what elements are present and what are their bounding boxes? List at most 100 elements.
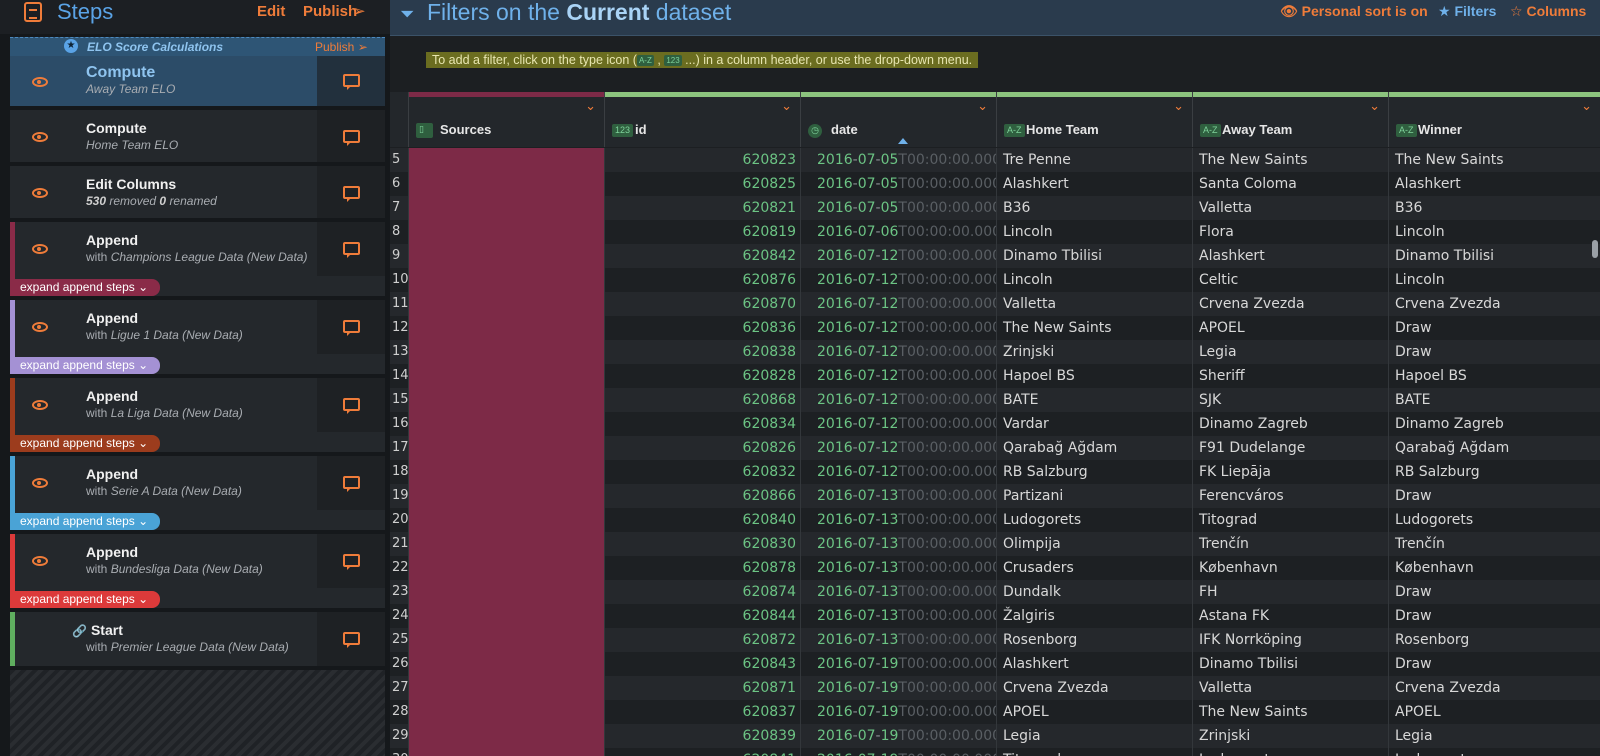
table-row[interactable]: 176208262016-07-12T00:00:00.000ZQarabağ … xyxy=(390,436,1600,460)
visibility-eye-icon[interactable] xyxy=(32,400,48,410)
sources-cell[interactable] xyxy=(409,628,605,652)
table-row[interactable]: 236208742016-07-13T00:00:00.000ZDundalkF… xyxy=(390,580,1600,604)
vertical-scrollbar[interactable] xyxy=(1592,240,1598,258)
table-row[interactable]: 66208252016-07-05T00:00:00.000ZAlashkert… xyxy=(390,172,1600,196)
home-team-cell[interactable]: Rosenborg xyxy=(997,628,1193,652)
winner-cell[interactable]: Draw xyxy=(1389,652,1600,676)
column-header-away-team[interactable]: ⌄ A-Z Away Team xyxy=(1193,92,1389,147)
sources-cell[interactable] xyxy=(409,268,605,292)
date-cell[interactable]: 2016-07-13T00:00:00.000Z xyxy=(801,556,997,580)
home-team-cell[interactable]: Vardar xyxy=(997,412,1193,436)
visibility-eye-icon[interactable] xyxy=(32,478,48,488)
comment-icon[interactable] xyxy=(343,398,360,414)
away-team-cell[interactable]: The New Saints xyxy=(1193,148,1389,172)
id-cell[interactable]: 620840 xyxy=(605,508,801,532)
step-append-ligue-1[interactable]: Append with Ligue 1 Data (New Data) expa… xyxy=(10,300,385,376)
expand-append-steps-button[interactable]: expand append steps ⌄ xyxy=(10,513,161,530)
sort-ascending-icon[interactable] xyxy=(898,138,908,144)
column-header-date[interactable]: ⌄ ◷ date xyxy=(801,92,997,147)
date-cell[interactable]: 2016-07-13T00:00:00.000Z xyxy=(801,484,997,508)
winner-cell[interactable]: RB Salzburg xyxy=(1389,460,1600,484)
table-row[interactable]: 146208282016-07-12T00:00:00.000ZHapoel B… xyxy=(390,364,1600,388)
sources-cell[interactable] xyxy=(409,340,605,364)
home-team-cell[interactable]: RB Salzburg xyxy=(997,460,1193,484)
sources-cell[interactable] xyxy=(409,316,605,340)
sources-cell[interactable] xyxy=(409,244,605,268)
chevron-down-icon[interactable]: ⌄ xyxy=(781,98,792,114)
date-cell[interactable]: 2016-07-12T00:00:00.000Z xyxy=(801,292,997,316)
winner-cell[interactable]: København xyxy=(1389,556,1600,580)
home-team-cell[interactable]: Hapoel BS xyxy=(997,364,1193,388)
winner-cell[interactable]: Ludogorets xyxy=(1389,748,1600,756)
id-cell[interactable]: 620844 xyxy=(605,604,801,628)
winner-cell[interactable]: Lincoln xyxy=(1389,220,1600,244)
sources-cell[interactable] xyxy=(409,484,605,508)
home-team-cell[interactable]: Crusaders xyxy=(997,556,1193,580)
sources-cell[interactable] xyxy=(409,364,605,388)
sources-cell[interactable] xyxy=(409,220,605,244)
table-row[interactable]: 136208382016-07-12T00:00:00.000ZZrinjski… xyxy=(390,340,1600,364)
id-cell[interactable]: 620870 xyxy=(605,292,801,316)
comment-area[interactable] xyxy=(317,612,385,666)
winner-cell[interactable]: Dinamo Tbilisi xyxy=(1389,244,1600,268)
winner-cell[interactable]: B36 xyxy=(1389,196,1600,220)
winner-cell[interactable]: Draw xyxy=(1389,484,1600,508)
chevron-down-icon[interactable]: ⌄ xyxy=(585,98,596,114)
home-team-cell[interactable]: B36 xyxy=(997,196,1193,220)
away-team-cell[interactable]: Santa Coloma xyxy=(1193,172,1389,196)
date-cell[interactable]: 2016-07-13T00:00:00.000Z xyxy=(801,628,997,652)
sources-cell[interactable] xyxy=(409,148,605,172)
winner-cell[interactable]: Alashkert xyxy=(1389,172,1600,196)
winner-cell[interactable]: Draw xyxy=(1389,580,1600,604)
table-row[interactable]: 56208232016-07-05T00:00:00.000ZTre Penne… xyxy=(390,148,1600,172)
id-cell[interactable]: 620878 xyxy=(605,556,801,580)
comment-icon[interactable] xyxy=(343,242,360,258)
sources-cell[interactable] xyxy=(409,508,605,532)
chevron-down-icon[interactable]: ⌄ xyxy=(977,98,988,114)
sources-cell[interactable] xyxy=(409,436,605,460)
date-cell[interactable]: 2016-07-13T00:00:00.000Z xyxy=(801,580,997,604)
home-team-cell[interactable]: Titograd xyxy=(997,748,1193,756)
visibility-eye-icon[interactable] xyxy=(32,556,48,566)
step-compute-away[interactable]: Compute Away Team ELO xyxy=(10,56,385,108)
away-team-cell[interactable]: Titograd xyxy=(1193,508,1389,532)
table-row[interactable]: 226208782016-07-13T00:00:00.000ZCrusader… xyxy=(390,556,1600,580)
id-cell[interactable]: 620821 xyxy=(605,196,801,220)
away-team-cell[interactable]: Ludogorets xyxy=(1193,748,1389,756)
send-icon[interactable]: ➢ xyxy=(353,2,366,20)
away-team-cell[interactable]: Astana FK xyxy=(1193,604,1389,628)
sources-cell[interactable] xyxy=(409,580,605,604)
winner-cell[interactable]: Dinamo Zagreb xyxy=(1389,412,1600,436)
winner-cell[interactable]: Lincoln xyxy=(1389,268,1600,292)
date-cell[interactable]: 2016-07-13T00:00:00.000Z xyxy=(801,532,997,556)
away-team-cell[interactable]: Dinamo Tbilisi xyxy=(1193,652,1389,676)
step-edit-columns[interactable]: Edit Columns 530 removed 0 renamed xyxy=(10,166,385,220)
id-cell[interactable]: 620838 xyxy=(605,340,801,364)
comment-icon[interactable] xyxy=(343,476,360,492)
id-cell[interactable]: 620876 xyxy=(605,268,801,292)
comment-icon[interactable] xyxy=(343,186,360,202)
home-team-cell[interactable]: Alashkert xyxy=(997,172,1193,196)
id-cell[interactable]: 620823 xyxy=(605,148,801,172)
sources-cell[interactable] xyxy=(409,172,605,196)
visibility-eye-icon[interactable] xyxy=(32,244,48,254)
comment-area[interactable] xyxy=(317,222,385,276)
id-cell[interactable]: 620828 xyxy=(605,364,801,388)
columns-button[interactable]: ☆ Columns xyxy=(1510,3,1586,20)
group-publish-button[interactable]: Publish ➢ xyxy=(315,40,368,54)
away-team-cell[interactable]: Sheriff xyxy=(1193,364,1389,388)
away-team-cell[interactable]: Celtic xyxy=(1193,268,1389,292)
id-cell[interactable]: 620842 xyxy=(605,244,801,268)
table-row[interactable]: 276208712016-07-19T00:00:00.000ZCrvena Z… xyxy=(390,676,1600,700)
table-row[interactable]: 196208662016-07-13T00:00:00.000ZPartizan… xyxy=(390,484,1600,508)
winner-cell[interactable]: Draw xyxy=(1389,340,1600,364)
step-append-bundesliga[interactable]: Append with Bundesliga Data (New Data) e… xyxy=(10,534,385,610)
table-row[interactable]: 86208192016-07-06T00:00:00.000ZLincolnFl… xyxy=(390,220,1600,244)
home-team-cell[interactable]: Alashkert xyxy=(997,652,1193,676)
date-cell[interactable]: 2016-07-12T00:00:00.000Z xyxy=(801,460,997,484)
home-team-cell[interactable]: Ludogorets xyxy=(997,508,1193,532)
comment-icon[interactable] xyxy=(343,74,360,90)
away-team-cell[interactable]: Valletta xyxy=(1193,676,1389,700)
winner-cell[interactable]: BATE xyxy=(1389,388,1600,412)
publish-button[interactable]: Publish xyxy=(303,3,357,20)
